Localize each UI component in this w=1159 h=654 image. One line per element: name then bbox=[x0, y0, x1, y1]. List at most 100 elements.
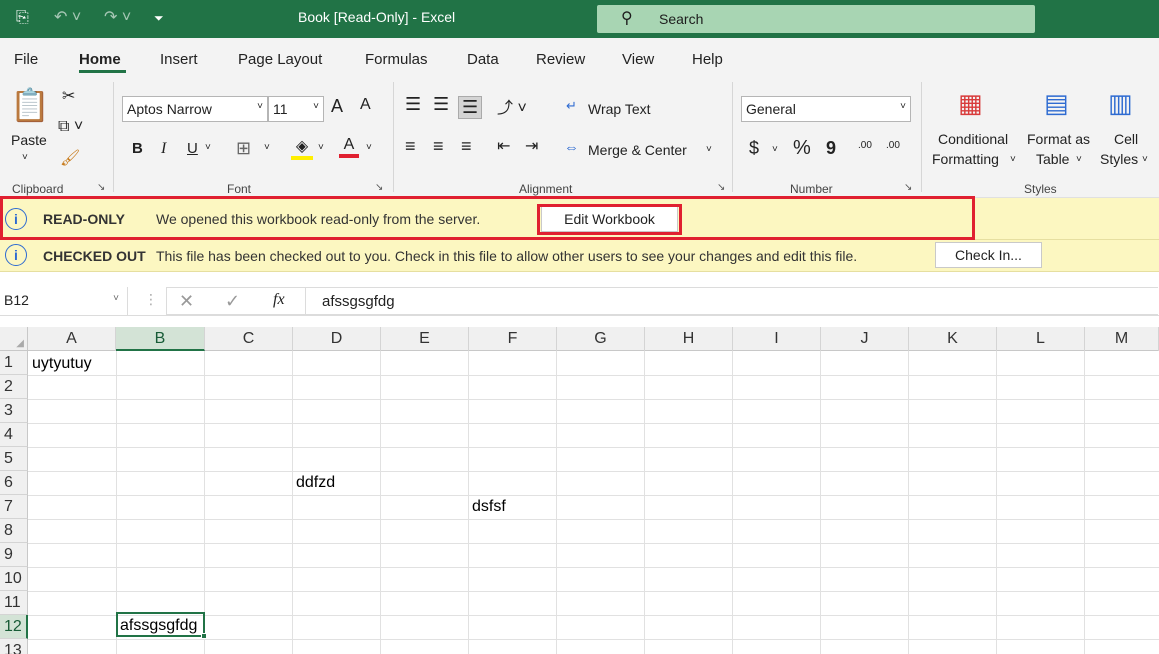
align-center-icon[interactable]: ≡ bbox=[433, 136, 444, 157]
column-header[interactable]: L bbox=[997, 327, 1085, 351]
formula-input[interactable]: afssgsgfdg bbox=[306, 287, 1158, 315]
shrink-font-button[interactable]: A bbox=[360, 96, 371, 114]
column-header[interactable]: C bbox=[205, 327, 293, 351]
row-header[interactable]: 6 bbox=[0, 471, 28, 495]
font-color-button[interactable]: A bbox=[339, 136, 359, 158]
name-box[interactable]: B12 ˅ bbox=[0, 287, 128, 315]
tab-insert[interactable]: Insert bbox=[160, 51, 198, 68]
column-header[interactable]: I bbox=[733, 327, 821, 351]
format-painter-icon[interactable]: 🖌 bbox=[60, 148, 80, 168]
column-header[interactable]: B bbox=[116, 327, 205, 351]
align-bottom-icon[interactable]: ☰ bbox=[458, 96, 483, 119]
customize-qat-icon[interactable]: ⏷ bbox=[154, 8, 164, 28]
paste-icon[interactable]: 📋 bbox=[10, 86, 50, 124]
worksheet-grid[interactable]: ◢ A B C D E F G H I J K L M 1 2 3 4 5 6 … bbox=[0, 327, 1159, 654]
column-header[interactable]: K bbox=[909, 327, 997, 351]
column-header[interactable]: F bbox=[469, 327, 557, 351]
tab-file[interactable]: File bbox=[14, 51, 38, 68]
column-header[interactable]: A bbox=[28, 327, 116, 351]
comma-button[interactable]: 9 bbox=[826, 138, 836, 159]
number-format-select[interactable]: General ˅ bbox=[741, 96, 911, 122]
column-header[interactable]: H bbox=[645, 327, 733, 351]
column-header[interactable]: G bbox=[557, 327, 645, 351]
cell-styles-dropdown-icon[interactable]: ˅ bbox=[1142, 154, 1148, 165]
row-header[interactable]: 8 bbox=[0, 519, 28, 543]
grow-font-button[interactable]: A bbox=[331, 96, 343, 117]
conditional-formatting-line2[interactable]: Formatting bbox=[932, 151, 999, 167]
merge-dropdown-icon[interactable]: ˅ bbox=[706, 144, 712, 155]
fill-color-icon[interactable]: ◈ bbox=[291, 136, 313, 160]
tab-data[interactable]: Data bbox=[467, 51, 499, 68]
cell-a1[interactable]: uytyutuy bbox=[32, 353, 92, 375]
row-header[interactable]: 10 bbox=[0, 567, 28, 591]
cell-styles-line1[interactable]: Cell bbox=[1114, 131, 1138, 147]
autosave-icon[interactable]: ⎘ bbox=[16, 8, 29, 28]
row-header[interactable]: 13 bbox=[0, 639, 28, 654]
row-header[interactable]: 9 bbox=[0, 543, 28, 567]
column-header[interactable]: D bbox=[293, 327, 381, 351]
underline-dropdown-icon[interactable]: ˅ bbox=[205, 142, 211, 153]
borders-icon[interactable]: ⊞ bbox=[236, 138, 251, 159]
font-size-select[interactable]: 11 ˅ bbox=[268, 96, 324, 122]
tab-review[interactable]: Review bbox=[536, 51, 585, 68]
row-header[interactable]: 7 bbox=[0, 495, 28, 519]
tab-home[interactable]: Home bbox=[79, 51, 121, 68]
undo-icon[interactable]: ↶ ˅ bbox=[54, 8, 81, 28]
align-top-icon[interactable]: ☰ bbox=[405, 94, 421, 115]
align-right-icon[interactable]: ≡ bbox=[461, 136, 472, 157]
format-table-dropdown-icon[interactable]: ˅ bbox=[1076, 154, 1082, 165]
insert-function-button[interactable]: fx bbox=[273, 291, 285, 309]
column-header[interactable]: E bbox=[381, 327, 469, 351]
conditional-formatting-line1[interactable]: Conditional bbox=[938, 131, 1008, 147]
align-middle-icon[interactable]: ☰ bbox=[433, 94, 449, 115]
fill-color-dropdown-icon[interactable]: ˅ bbox=[318, 142, 324, 153]
paste-button[interactable]: Paste bbox=[11, 132, 47, 148]
column-header[interactable]: J bbox=[821, 327, 909, 351]
enter-icon[interactable]: ✓ bbox=[225, 291, 240, 312]
tab-page-layout[interactable]: Page Layout bbox=[238, 51, 322, 68]
currency-dropdown-icon[interactable]: ˅ bbox=[772, 144, 778, 155]
font-launcher-icon[interactable]: ↘ bbox=[375, 182, 383, 193]
cell-d6[interactable]: ddfzd bbox=[296, 472, 335, 494]
column-header[interactable]: M bbox=[1085, 327, 1159, 351]
cut-icon[interactable]: ✂ bbox=[62, 86, 75, 106]
font-color-dropdown-icon[interactable]: ˅ bbox=[366, 142, 372, 153]
tab-formulas[interactable]: Formulas bbox=[365, 51, 428, 68]
increase-indent-icon[interactable]: ⇥ bbox=[525, 136, 538, 156]
cancel-icon[interactable]: ✕ bbox=[179, 291, 194, 312]
decrease-indent-icon[interactable]: ⇤ bbox=[497, 136, 510, 156]
search-box[interactable]: ⚲ Search bbox=[597, 5, 1035, 33]
format-as-table-line2[interactable]: Table bbox=[1036, 151, 1069, 167]
clipboard-launcher-icon[interactable]: ↘ bbox=[97, 182, 105, 193]
alignment-launcher-icon[interactable]: ↘ bbox=[717, 182, 725, 193]
borders-dropdown-icon[interactable]: ˅ bbox=[264, 142, 270, 153]
increase-decimal-button[interactable]: .00 bbox=[858, 140, 872, 151]
cell-styles-line2[interactable]: Styles bbox=[1100, 151, 1138, 167]
check-in-button[interactable]: Check In... bbox=[935, 242, 1042, 268]
align-left-icon[interactable]: ≡ bbox=[405, 136, 416, 157]
select-all-corner[interactable]: ◢ bbox=[0, 327, 28, 351]
tab-view[interactable]: View bbox=[622, 51, 654, 68]
format-as-table-line1[interactable]: Format as bbox=[1027, 131, 1090, 147]
copy-icon[interactable]: ⧉ ˅ bbox=[58, 118, 83, 136]
conditional-dropdown-icon[interactable]: ˅ bbox=[1010, 154, 1016, 165]
bold-button[interactable]: B bbox=[132, 140, 143, 157]
row-header[interactable]: 12 bbox=[0, 615, 28, 639]
decrease-decimal-button[interactable]: .00 bbox=[886, 140, 900, 151]
orientation-icon[interactable]: ⤴ ˅ bbox=[497, 94, 527, 118]
tab-help[interactable]: Help bbox=[692, 51, 723, 68]
row-header[interactable]: 4 bbox=[0, 423, 28, 447]
underline-button[interactable]: U bbox=[187, 140, 198, 157]
paste-dropdown-icon[interactable]: ˅ bbox=[22, 152, 28, 163]
number-launcher-icon[interactable]: ↘ bbox=[904, 182, 912, 193]
row-header[interactable]: 3 bbox=[0, 399, 28, 423]
fill-handle[interactable] bbox=[201, 633, 207, 639]
currency-button[interactable]: $ bbox=[749, 138, 759, 159]
percent-button[interactable]: % bbox=[793, 137, 811, 160]
redo-icon[interactable]: ↷ ˅ bbox=[104, 8, 131, 28]
row-header[interactable]: 5 bbox=[0, 447, 28, 471]
italic-button[interactable]: I bbox=[161, 140, 166, 158]
font-name-select[interactable]: Aptos Narrow ˅ bbox=[122, 96, 268, 122]
cell-f7[interactable]: dsfsf bbox=[472, 496, 506, 518]
merge-center-button[interactable]: Merge & Center bbox=[588, 142, 687, 158]
